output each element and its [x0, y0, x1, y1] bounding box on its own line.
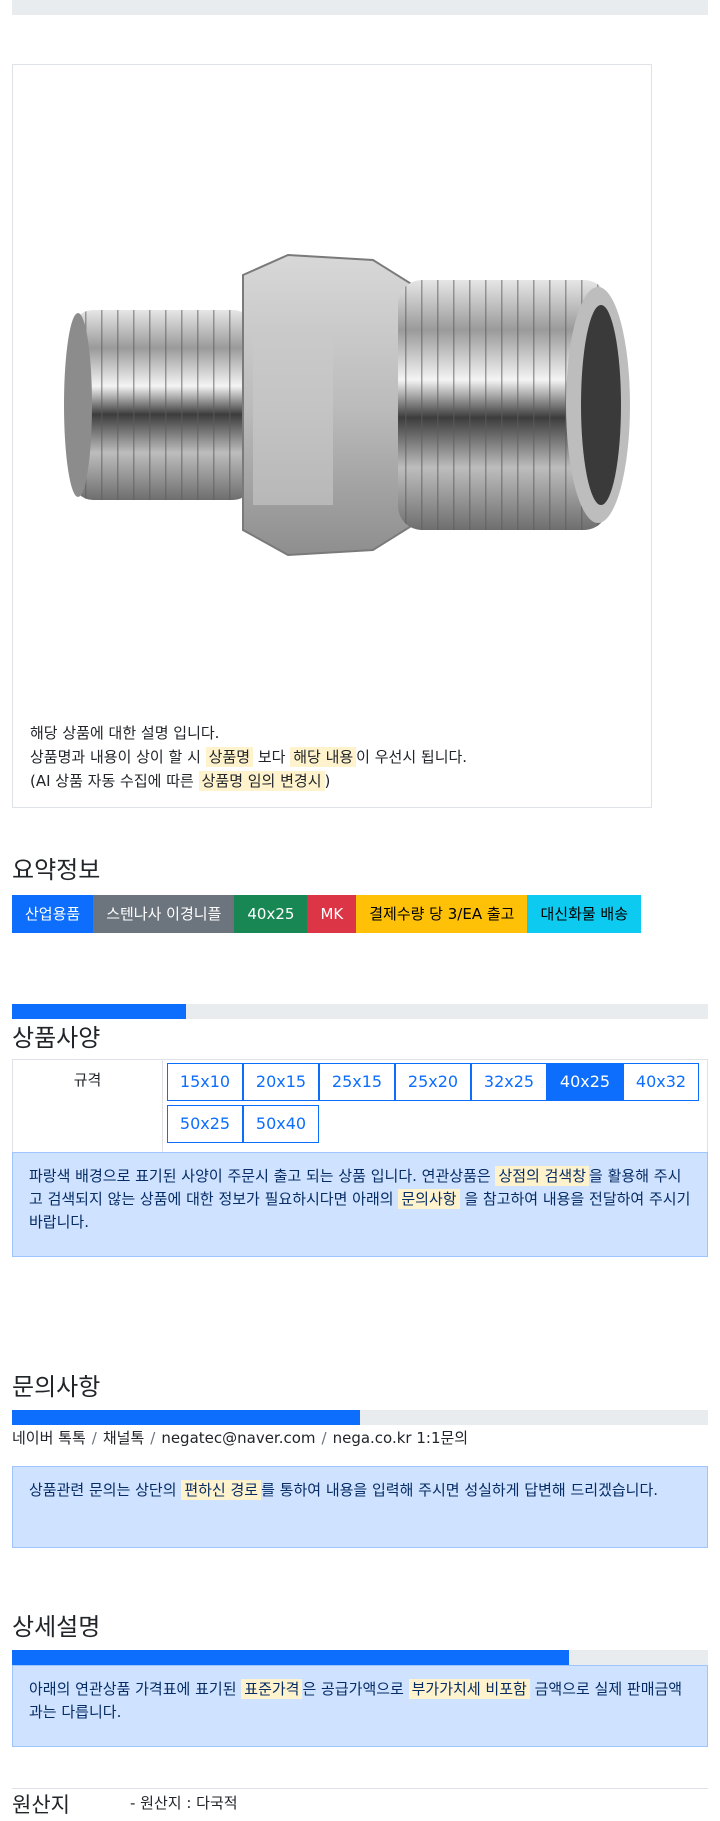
- notice-text: 파랑색 배경으로 표기된 사양이 주문시 출고 되는 상품 입니다. 연관상품은: [29, 1167, 496, 1185]
- summary-title: 요약정보: [12, 856, 101, 884]
- product-card: 해당 상품에 대한 설명 입니다. 상품명과 내용이 상이 할 시 상품명 보다…: [12, 64, 652, 808]
- contact-separator: /: [321, 1429, 327, 1447]
- spec-progress-fill: [12, 1004, 186, 1019]
- spec-notice: 파랑색 배경으로 표기된 사양이 주문시 출고 되는 상품 입니다. 연관상품은…: [12, 1152, 708, 1257]
- desc-highlight: 상품명: [205, 747, 254, 767]
- spec-title: 상품사양: [12, 1024, 101, 1052]
- desc-text: 상품명과 내용이 상이 할 시: [30, 748, 206, 766]
- summary-badge: 산업용품: [12, 895, 94, 933]
- spec-option-50x40[interactable]: 50x40: [243, 1105, 319, 1143]
- desc-line-3: (AI 상품 자동 수집에 따른 상품명 임의 변경시): [30, 769, 467, 793]
- detail-title: 상세설명: [12, 1613, 101, 1641]
- contact-separator: /: [91, 1429, 97, 1447]
- notice-text: 상품관련 문의는 상단의: [29, 1481, 182, 1499]
- desc-highlight: 해당 내용: [290, 747, 357, 767]
- notice-highlight: 표준가격: [241, 1679, 303, 1699]
- summary-badge: MK: [307, 895, 357, 933]
- origin-divider: [12, 1788, 708, 1789]
- contact-item[interactable]: negatec@naver.com: [161, 1429, 315, 1447]
- summary-badge: 스텐나사 이경니플: [93, 895, 235, 933]
- contact-item[interactable]: 채널톡: [103, 1429, 144, 1447]
- spec-option-20x15[interactable]: 20x15: [243, 1063, 319, 1101]
- notice-highlight: 상점의 검색창: [495, 1166, 590, 1186]
- detail-notice: 아래의 연관상품 가격표에 표기된 표준가격 은 공급가액으로 부가가치세 비포함…: [12, 1665, 708, 1747]
- contact-separator: /: [150, 1429, 156, 1447]
- contact-item[interactable]: 네이버 톡톡: [12, 1429, 86, 1447]
- inquiry-progress-fill: [12, 1410, 360, 1425]
- origin-value: - 원산지 : 다국적: [130, 1794, 238, 1812]
- spec-option-15x10[interactable]: 15x10: [167, 1063, 243, 1101]
- summary-badge: 대신화물 배송: [527, 895, 642, 933]
- desc-text: 이 우선시 됩니다.: [356, 748, 468, 766]
- notice-text: 를 통하여 내용을 입력해 주시면 성실하게 답변해 드리겠습니다.: [261, 1481, 659, 1499]
- spec-option-32x25[interactable]: 32x25: [471, 1063, 547, 1101]
- detail-progress-bar: [12, 1650, 708, 1665]
- spec-label: 규격: [13, 1060, 163, 1152]
- desc-text: ): [324, 772, 331, 790]
- inquiry-contacts: 네이버 톡톡 / 채널톡 / negatec@naver.com / nega.co.kr …: [12, 1427, 468, 1448]
- desc-text: (AI 상품 자동 수집에 따른: [30, 772, 199, 790]
- desc-line-2: 상품명과 내용이 상이 할 시 상품명 보다 해당 내용 이 우선시 됩니다.: [30, 745, 467, 769]
- product-image: [64, 253, 630, 557]
- spec-option-40x32[interactable]: 40x32: [623, 1063, 699, 1101]
- notice-highlight: 문의사항: [398, 1189, 460, 1209]
- notice-highlight: 부가가치세 비포함: [408, 1679, 530, 1699]
- spec-option-50x25[interactable]: 50x25: [167, 1105, 243, 1143]
- desc-highlight: 상품명 임의 변경시: [198, 771, 325, 791]
- inquiry-title: 문의사항: [12, 1373, 101, 1401]
- top-bar: [12, 0, 708, 15]
- detail-progress-fill: [12, 1650, 569, 1665]
- inquiry-notice: 상품관련 문의는 상단의 편하신 경로 를 통하여 내용을 입력해 주시면 성실하…: [12, 1466, 708, 1548]
- notice-highlight: 편하신 경로: [181, 1480, 262, 1500]
- desc-line-1: 해당 상품에 대한 설명 입니다.: [30, 721, 467, 745]
- summary-badge: 결제수량 당 3/EA 출고: [356, 895, 528, 933]
- notice-text: 은 공급가액으로: [302, 1680, 409, 1698]
- spec-option-25x15[interactable]: 25x15: [319, 1063, 395, 1101]
- spec-option-25x20[interactable]: 25x20: [395, 1063, 471, 1101]
- inquiry-progress-bar: [12, 1410, 708, 1425]
- product-description: 해당 상품에 대한 설명 입니다. 상품명과 내용이 상이 할 시 상품명 보다…: [30, 721, 467, 793]
- notice-text: 아래의 연관상품 가격표에 표기된: [29, 1680, 242, 1698]
- spec-progress-bar: [12, 1004, 708, 1019]
- summary-badge: 40x25: [234, 895, 308, 933]
- spec-table: 규격 15x10 20x15 25x15 25x20 32x25 40x25 40x32 50…: [12, 1059, 708, 1153]
- summary-badges: 산업용품 스텐나사 이경니플 40x25 MK 결제수량 당 3/EA 출고 대신화물 배…: [12, 895, 642, 933]
- origin-label: 원산지: [12, 1793, 70, 1817]
- contact-item[interactable]: nega.co.kr 1:1문의: [333, 1429, 469, 1447]
- spec-option-40x25[interactable]: 40x25: [547, 1063, 623, 1101]
- desc-text: 보다: [253, 748, 291, 766]
- desc-text: 해당 상품에 대한 설명 입니다.: [30, 724, 220, 742]
